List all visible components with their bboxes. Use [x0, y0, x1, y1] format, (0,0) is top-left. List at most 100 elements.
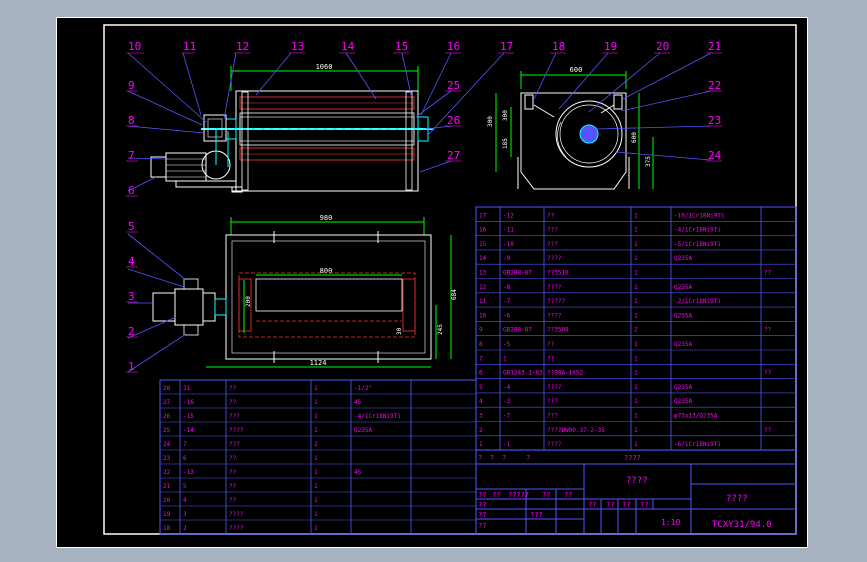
table-cell: 15 [479, 241, 487, 248]
table-cell: -4 [503, 384, 511, 391]
table-cell: ??? [547, 398, 558, 405]
table-cell: φ73x13/Q235A [674, 413, 718, 420]
sign-label: ????? [508, 491, 529, 499]
part-label: 24 [708, 149, 722, 162]
row-label: ?? [478, 511, 486, 519]
table-cell: 23 [163, 455, 171, 462]
table-cell: 24 [163, 441, 171, 448]
table-cell: ??08A-1X52 [547, 370, 584, 377]
table-cell: 14 [479, 255, 487, 262]
table-header-cell: ???? [624, 454, 641, 462]
table-cell: -1 [503, 441, 511, 448]
part-label: 3 [128, 290, 135, 303]
table-cell: 1 [634, 270, 638, 277]
table-cell: ???? [547, 441, 562, 448]
table-cell: ??? [547, 413, 558, 420]
part-label: 11 [183, 40, 196, 53]
part-label: 18 [552, 40, 565, 53]
sign-label-2: ?? [588, 501, 596, 509]
dimension-plan-inner: 800 [320, 267, 333, 275]
table-cell: 16 [479, 227, 487, 234]
product-name: ???? [626, 476, 648, 486]
side-view: 600 300 300 185 600 375 [487, 66, 654, 190]
table-cell: -11 [503, 227, 514, 234]
dimension-plan-outer: 980 [320, 214, 333, 222]
table-cell: 5 [183, 483, 187, 490]
table-cell: 27 [163, 399, 171, 406]
table-cell: ?? [229, 399, 237, 406]
table-cell: 45 [354, 399, 362, 406]
table-cell: Q235A [354, 427, 372, 434]
table-cell: 2 [479, 427, 483, 434]
table-cell: 1 [634, 398, 638, 405]
table-cell: ?? [764, 370, 772, 377]
table-cell: -7 [503, 298, 511, 305]
table-cell: Q235A [674, 312, 692, 319]
drawing-scale: 1:10 [661, 518, 680, 527]
table-cell: 1 [314, 413, 318, 420]
table-cell: -15 [183, 413, 194, 420]
part-label: 15 [395, 40, 408, 53]
table-cell: 6 [479, 370, 483, 377]
drawing-sheet: 1060 600 300 300 185 600 375 980 800 200… [56, 17, 808, 548]
table-cell: -12 [503, 212, 514, 219]
table-cell: 1 [634, 227, 638, 234]
sign-label-2: ?? [640, 501, 648, 509]
dimension-side-h3: 185 [502, 138, 509, 149]
table-cell: 1 [314, 511, 318, 518]
sign-label-2: ?? [606, 501, 614, 509]
mid-label: ??? [530, 511, 543, 519]
table-cell: 1 [314, 469, 318, 476]
table-cell: 1 [634, 427, 638, 434]
table-cell: Q235A [674, 398, 692, 405]
table-cell: -10 [503, 241, 514, 248]
sign-label: ?? [564, 491, 572, 499]
table-cell: 21 [183, 385, 191, 392]
row-label: ?? [478, 522, 486, 530]
table-cell: 28 [163, 385, 171, 392]
table-cell: 4 [183, 497, 187, 504]
drawing-title: ???? [726, 494, 748, 504]
table-cell: ??3510 [547, 270, 569, 277]
part-label: 12 [236, 40, 249, 53]
table-cell: 7 [183, 441, 187, 448]
table-cell: -3 [503, 398, 511, 405]
table-cell: 1 [634, 255, 638, 262]
table-cell: 1 [634, 241, 638, 248]
table-cell: ???? [547, 284, 562, 291]
table-cell: -10/1Cr18Ni9Ti [674, 212, 725, 219]
part-label: 17 [500, 40, 513, 53]
part-label: 21 [708, 40, 721, 53]
table-header-cell: ? [526, 454, 530, 462]
parts-table-left: 28 21?? 1 -1/2"27 -16?? 1 4526 -15??? 1 -4/1Cr18N… [159, 379, 477, 535]
table-cell: 7 [479, 355, 483, 362]
table-cell: ???? [229, 511, 244, 518]
table-cell: 1 [314, 455, 318, 462]
table-cell: -8 [503, 284, 511, 291]
drawing-number: TCXY31/94.0 [712, 520, 772, 530]
table-cell: 18 [163, 525, 171, 532]
inner-frame [103, 24, 797, 535]
table-cell: 1 [479, 441, 483, 448]
table-cell: -6 [503, 312, 511, 319]
part-label: 10 [128, 40, 141, 53]
table-cell: 21 [163, 483, 171, 490]
table-cell: ???? [547, 312, 562, 319]
table-cell: 1 [634, 355, 638, 362]
dimension-side-h4: 375 [645, 156, 652, 167]
table-cell: 6 [183, 455, 187, 462]
table-cell: 19 [163, 511, 171, 518]
table-cell: ??? [229, 413, 240, 420]
table-cell: GB288-87 [503, 270, 532, 277]
table-cell: 1 [634, 341, 638, 348]
table-cell: -6/1Cr18Ni9Ti [674, 441, 721, 448]
part-label: 25 [447, 79, 460, 92]
table-cell: 13 [479, 270, 487, 277]
table-cell: 1 [634, 384, 638, 391]
part-label: 13 [291, 40, 304, 53]
table-cell: 3 [479, 413, 483, 420]
table-cell: 45 [354, 469, 362, 476]
part-label: 4 [128, 255, 135, 268]
table-cell: ???? [547, 255, 562, 262]
table-cell: ????BW00.37-2-35 [547, 427, 605, 434]
